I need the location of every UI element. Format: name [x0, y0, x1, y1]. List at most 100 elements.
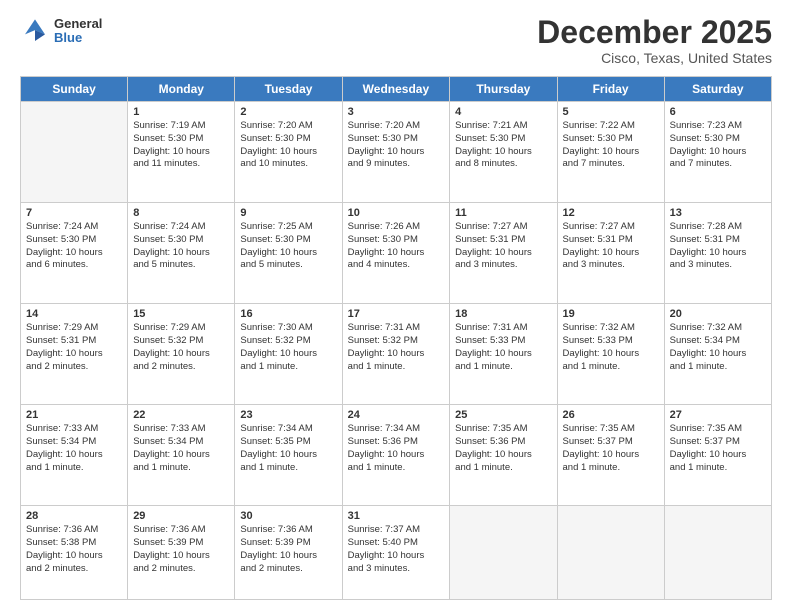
logo-general: General [54, 17, 102, 31]
day-info: Sunrise: 7:23 AMSunset: 5:30 PMDaylight:… [670, 120, 766, 171]
calendar-cell: 6 Sunrise: 7:23 AMSunset: 5:30 PMDaylight… [664, 102, 771, 203]
day-number: 17 [348, 308, 445, 320]
calendar-cell [21, 102, 128, 203]
calendar-cell: 4Sunrise: 7:21 AMSunset: 5:30 PMDaylight… [450, 102, 557, 203]
logo-blue: Blue [54, 31, 102, 45]
calendar-cell: 30 Sunrise: 7:36 AMSunset: 5:39 PMDayligh… [235, 506, 342, 600]
logo-bird-icon [20, 16, 50, 46]
calendar-cell: 18 Sunrise: 7:31 AMSunset: 5:33 PMDayligh… [450, 304, 557, 405]
day-number: 27 [670, 409, 766, 421]
day-info: Sunrise: 7:19 AMSunset: 5:30 PMDaylight:… [133, 120, 229, 171]
day-number: 29 [133, 510, 229, 522]
calendar-cell: 2 Sunrise: 7:20 AMSunset: 5:30 PMDaylight… [235, 102, 342, 203]
day-number: 24 [348, 409, 445, 421]
calendar-cell: 17 Sunrise: 7:31 AMSunset: 5:32 PMDayligh… [342, 304, 450, 405]
calendar-cell: 3Sunrise: 7:20 AMSunset: 5:30 PMDaylight… [342, 102, 450, 203]
day-number: 26 [563, 409, 659, 421]
day-number: 2 [240, 106, 336, 118]
calendar-cell: 11 Sunrise: 7:27 AMSunset: 5:31 PMDayligh… [450, 203, 557, 304]
day-info: Sunrise: 7:29 AMSunset: 5:31 PMDaylight:… [26, 322, 122, 373]
day-info: Sunrise: 7:36 AMSunset: 5:39 PMDaylight:… [133, 524, 229, 575]
day-number: 6 [670, 106, 766, 118]
day-number: 11 [455, 207, 551, 219]
calendar-cell: 21Sunrise: 7:33 AMSunset: 5:34 PMDayligh… [21, 405, 128, 506]
calendar-cell: 5 Sunrise: 7:22 AMSunset: 5:30 PMDaylight… [557, 102, 664, 203]
day-number: 16 [240, 308, 336, 320]
day-info: Sunrise: 7:35 AMSunset: 5:37 PMDaylight:… [563, 423, 659, 474]
day-info: Sunrise: 7:21 AMSunset: 5:30 PMDaylight:… [455, 120, 551, 171]
calendar-header-thursday: Thursday [450, 77, 557, 102]
day-info: Sunrise: 7:34 AMSunset: 5:36 PMDaylight:… [348, 423, 445, 474]
calendar-cell: 28Sunrise: 7:36 AMSunset: 5:38 PMDayligh… [21, 506, 128, 600]
day-number: 21 [26, 409, 122, 421]
calendar-cell [450, 506, 557, 600]
calendar-cell: 24 Sunrise: 7:34 AMSunset: 5:36 PMDayligh… [342, 405, 450, 506]
day-number: 31 [348, 510, 445, 522]
week-row-4: 21 Sunrise: 7:33 AMSunset: 5:34 PMDayligh… [21, 405, 772, 506]
calendar-cell: 15 Sunrise: 7:29 AMSunset: 5:32 PMDayligh… [128, 304, 235, 405]
week-row-3: 14 Sunrise: 7:29 AMSunset: 5:31 PMDayligh… [21, 304, 772, 405]
logo: General Blue [20, 16, 102, 46]
calendar-header-wednesday: Wednesday [342, 77, 450, 102]
day-info: Sunrise: 7:24 AMSunset: 5:30 PMDaylight:… [133, 221, 229, 272]
day-info: Sunrise: 7:20 AMSunset: 5:30 PMDaylight:… [240, 120, 336, 171]
day-number: 22 [133, 409, 229, 421]
day-info: Sunrise: 7:33 AMSunset: 5:34 PMDaylight:… [133, 423, 229, 474]
calendar-cell: 16Sunrise: 7:30 AMSunset: 5:32 PMDayligh… [235, 304, 342, 405]
calendar-cell: 1 Sunrise: 7:19 AMSunset: 5:30 PMDaylight… [128, 102, 235, 203]
day-number: 7 [26, 207, 122, 219]
day-number: 23 [240, 409, 336, 421]
day-number: 18 [455, 308, 551, 320]
day-number: 25 [455, 409, 551, 421]
calendar-cell: 12 Sunrise: 7:27 AMSunset: 5:31 PMDayligh… [557, 203, 664, 304]
week-row-2: 7 Sunrise: 7:24 AMSunset: 5:30 PMDaylight… [21, 203, 772, 304]
calendar-cell: 25 Sunrise: 7:35 AMSunset: 5:36 PMDayligh… [450, 405, 557, 506]
day-info: Sunrise: 7:31 AMSunset: 5:33 PMDaylight:… [455, 322, 551, 373]
day-info: Sunrise: 7:36 AMSunset: 5:39 PMDaylight:… [240, 524, 336, 575]
day-info: Sunrise: 7:35 AMSunset: 5:36 PMDaylight:… [455, 423, 551, 474]
calendar-cell: 10Sunrise: 7:26 AMSunset: 5:30 PMDayligh… [342, 203, 450, 304]
title-section: December 2025 Cisco, Texas, United State… [537, 16, 772, 66]
calendar-cell: 23Sunrise: 7:34 AMSunset: 5:35 PMDayligh… [235, 405, 342, 506]
calendar-cell: 14 Sunrise: 7:29 AMSunset: 5:31 PMDayligh… [21, 304, 128, 405]
day-info: Sunrise: 7:26 AMSunset: 5:30 PMDaylight:… [348, 221, 445, 272]
calendar-cell: 8 Sunrise: 7:24 AMSunset: 5:30 PMDaylight… [128, 203, 235, 304]
day-info: Sunrise: 7:22 AMSunset: 5:30 PMDaylight:… [563, 120, 659, 171]
day-info: Sunrise: 7:27 AMSunset: 5:31 PMDaylight:… [563, 221, 659, 272]
day-number: 8 [133, 207, 229, 219]
calendar-cell: 13Sunrise: 7:28 AMSunset: 5:31 PMDayligh… [664, 203, 771, 304]
day-number: 20 [670, 308, 766, 320]
day-number: 13 [670, 207, 766, 219]
day-info: Sunrise: 7:35 AMSunset: 5:37 PMDaylight:… [670, 423, 766, 474]
day-info: Sunrise: 7:29 AMSunset: 5:32 PMDaylight:… [133, 322, 229, 373]
calendar-header-monday: Monday [128, 77, 235, 102]
location-text: Cisco, Texas, United States [537, 50, 772, 66]
calendar-cell: 31 Sunrise: 7:37 AMSunset: 5:40 PMDayligh… [342, 506, 450, 600]
day-number: 30 [240, 510, 336, 522]
week-row-5: 28Sunrise: 7:36 AMSunset: 5:38 PMDayligh… [21, 506, 772, 600]
calendar-header-saturday: Saturday [664, 77, 771, 102]
calendar-cell: 20 Sunrise: 7:32 AMSunset: 5:34 PMDayligh… [664, 304, 771, 405]
calendar-header-friday: Friday [557, 77, 664, 102]
day-info: Sunrise: 7:31 AMSunset: 5:32 PMDaylight:… [348, 322, 445, 373]
day-info: Sunrise: 7:36 AMSunset: 5:38 PMDaylight:… [26, 524, 122, 575]
day-number: 15 [133, 308, 229, 320]
day-info: Sunrise: 7:32 AMSunset: 5:34 PMDaylight:… [670, 322, 766, 373]
calendar-cell: 7Sunrise: 7:24 AMSunset: 5:30 PMDaylight… [21, 203, 128, 304]
logo-text: General Blue [54, 17, 102, 46]
calendar-header-row: SundayMondayTuesdayWednesdayThursdayFrid… [21, 77, 772, 102]
day-info: Sunrise: 7:27 AMSunset: 5:31 PMDaylight:… [455, 221, 551, 272]
top-section: General Blue December 2025 Cisco, Texas,… [20, 16, 772, 66]
day-info: Sunrise: 7:32 AMSunset: 5:33 PMDaylight:… [563, 322, 659, 373]
calendar-cell: 22 Sunrise: 7:33 AMSunset: 5:34 PMDayligh… [128, 405, 235, 506]
week-row-1: 1 Sunrise: 7:19 AMSunset: 5:30 PMDaylight… [21, 102, 772, 203]
day-number: 14 [26, 308, 122, 320]
day-number: 1 [133, 106, 229, 118]
calendar-cell: 9Sunrise: 7:25 AMSunset: 5:30 PMDaylight… [235, 203, 342, 304]
calendar-cell: 29 Sunrise: 7:36 AMSunset: 5:39 PMDayligh… [128, 506, 235, 600]
calendar-cell: 19Sunrise: 7:32 AMSunset: 5:33 PMDayligh… [557, 304, 664, 405]
day-number: 5 [563, 106, 659, 118]
day-number: 12 [563, 207, 659, 219]
day-number: 9 [240, 207, 336, 219]
day-info: Sunrise: 7:37 AMSunset: 5:40 PMDaylight:… [348, 524, 445, 575]
